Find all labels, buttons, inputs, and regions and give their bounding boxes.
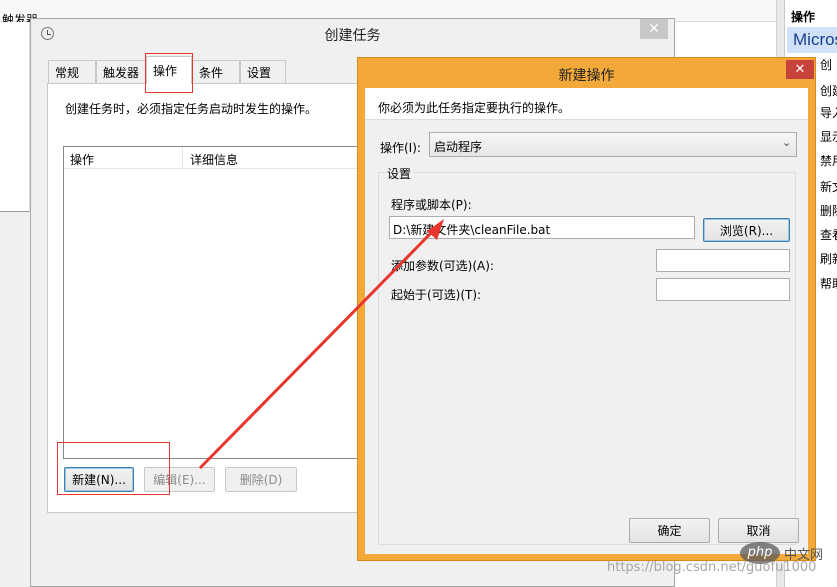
highlight-new-button — [57, 442, 170, 495]
delete-action-button[interactable]: 删除(D) — [225, 467, 297, 492]
new-action-description-band: 你必须为此任务指定要执行的操作。 — [365, 88, 808, 120]
watermark-url: https://blog.csdn.net/guofu1000 — [607, 560, 817, 575]
right-pane-selected[interactable]: Micros — [787, 27, 837, 53]
arguments-input[interactable] — [656, 249, 790, 272]
new-action-dialog: 新建操作 ✕ 你必须为此任务指定要执行的操作。 操作(I): 启动程序 ⌄ 设置… — [357, 57, 816, 561]
new-action-titlebar[interactable]: 新建操作 ✕ — [358, 58, 815, 88]
create-task-titlebar[interactable]: 创建任务 ✕ — [31, 19, 674, 49]
create-task-title: 创建任务 — [324, 28, 381, 44]
watermark: php 中文网 https://blog.csdn.net/guofu1000 — [600, 540, 837, 587]
close-icon: ✕ — [794, 62, 806, 77]
background-lower-pane — [0, 212, 30, 587]
action-type-label: 操作(I): — [380, 141, 421, 155]
tab-conditions[interactable]: 条件 — [192, 60, 240, 83]
tab-triggers[interactable]: 触发器 — [96, 60, 146, 83]
new-action-description: 你必须为此任务指定要执行的操作。 — [378, 101, 571, 115]
right-item-3[interactable]: 显示 — [820, 128, 837, 150]
right-item-9[interactable]: 帮助 — [820, 275, 837, 297]
new-action-close-button[interactable]: ✕ — [786, 60, 814, 79]
action-type-value: 启动程序 — [434, 140, 483, 154]
browse-button[interactable]: 浏览(R)... — [703, 218, 790, 242]
right-pane-header: 操作 — [791, 10, 816, 24]
new-action-body: 你必须为此任务指定要执行的操作。 操作(I): 启动程序 ⌄ 设置 程序或脚本(… — [365, 88, 808, 554]
program-label: 程序或脚本(P): — [391, 198, 472, 212]
new-action-title: 新建操作 — [558, 68, 615, 84]
highlight-actions-tab — [145, 53, 193, 93]
right-item-2[interactable]: 导入 — [820, 104, 837, 126]
create-task-close-button[interactable]: ✕ — [640, 19, 668, 39]
settings-group-label: 设置 — [385, 165, 414, 182]
tab-settings[interactable]: 设置 — [240, 60, 286, 83]
action-type-select[interactable]: 启动程序 ⌄ — [429, 132, 797, 157]
column-divider — [182, 147, 183, 169]
close-icon: ✕ — [648, 21, 660, 37]
right-item-5[interactable]: 新文 — [820, 178, 837, 200]
right-item-6[interactable]: 删除 — [820, 202, 837, 224]
column-header-details[interactable]: 详细信息 — [190, 151, 238, 168]
right-item-7[interactable]: 查看 — [820, 226, 837, 248]
start-in-input[interactable] — [656, 278, 790, 301]
tab-general[interactable]: 常规 — [48, 60, 96, 83]
chevron-down-icon: ⌄ — [782, 136, 792, 149]
right-item-8[interactable]: 刷新 — [820, 250, 837, 272]
right-item-4[interactable]: 禁用 — [820, 152, 837, 174]
actions-table[interactable]: 操作 详细信息 — [63, 146, 364, 459]
program-input[interactable]: D:\新建文件夹\cleanFile.bat — [389, 216, 695, 239]
column-header-action[interactable]: 操作 — [70, 151, 94, 168]
actions-description: 创建任务时，必须指定任务启动时发生的操作。 — [65, 102, 318, 116]
arguments-label: 添加参数(可选)(A): — [391, 259, 494, 273]
start-in-label: 起始于(可选)(T): — [391, 288, 482, 302]
actions-table-header: 操作 详细信息 — [64, 147, 364, 169]
right-item-0[interactable]: 创 — [820, 56, 837, 78]
background-left-list — [0, 22, 30, 212]
right-item-1[interactable]: 创建 — [820, 82, 837, 104]
microsoft-item: Micros — [793, 30, 837, 49]
